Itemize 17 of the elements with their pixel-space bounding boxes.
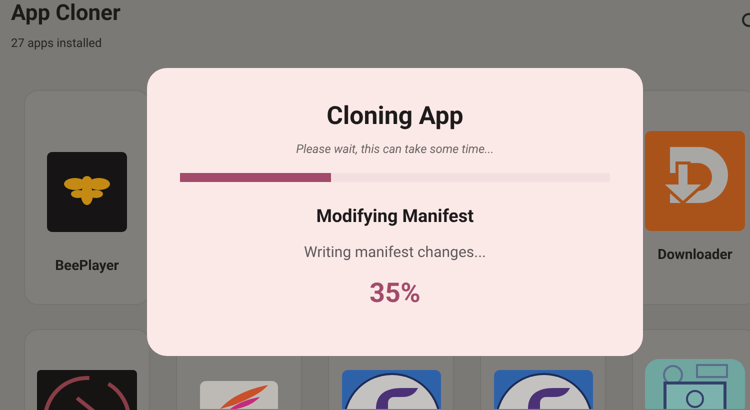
bee-icon	[47, 152, 127, 232]
apps-count: 27 apps installed	[11, 35, 103, 52]
search-icon[interactable]	[740, 13, 750, 29]
dialog-title: Cloning App	[326, 101, 464, 133]
app-logo-icon	[494, 370, 592, 409]
illustration-icon	[645, 359, 745, 409]
step-detail: Writing manifest changes...	[304, 242, 486, 263]
download-icon	[645, 131, 745, 231]
app-logo-icon	[342, 370, 440, 409]
step-title: Modifying Manifest	[316, 205, 474, 229]
wing-icon	[200, 381, 278, 409]
progress-percent: 35%	[370, 276, 420, 310]
dialog-note: Please wait, this can take some time...	[296, 141, 494, 158]
app-name: BeePlayer	[55, 257, 119, 276]
page-title: App Cloner	[11, 1, 121, 27]
app-card[interactable]: BeePlayer	[24, 90, 150, 305]
app-name: Downloader	[658, 246, 732, 265]
